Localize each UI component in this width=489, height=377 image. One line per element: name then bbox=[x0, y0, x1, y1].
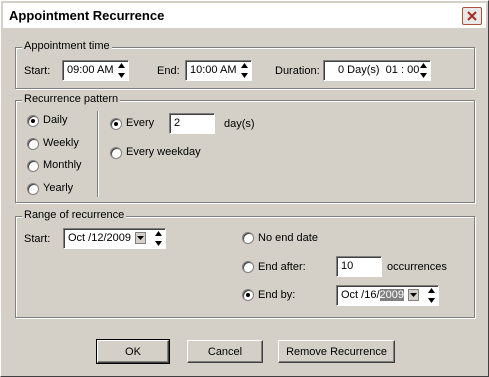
every-weekday-radio[interactable] bbox=[110, 147, 122, 159]
end-by-date[interactable]: Oct /16/2009 bbox=[336, 285, 439, 306]
range-start-label: Start: bbox=[24, 233, 51, 245]
duration-label: Duration: bbox=[275, 65, 320, 77]
end-after-radio[interactable] bbox=[242, 261, 254, 273]
occurrences-label: occurrences bbox=[387, 261, 447, 273]
no-end-date-label[interactable]: No end date bbox=[258, 232, 318, 244]
end-after-label[interactable]: End after: bbox=[258, 261, 306, 273]
duration-spinner[interactable]: 0 Day(s) 01 : 00 bbox=[323, 60, 431, 81]
weekly-radio[interactable] bbox=[27, 138, 39, 150]
start-time-value: 09:00 AM bbox=[67, 64, 114, 76]
end-time-value: 10:00 AM bbox=[190, 64, 237, 76]
every-radio[interactable] bbox=[110, 118, 122, 130]
no-end-date-radio[interactable] bbox=[242, 232, 254, 244]
range-start-date[interactable]: Oct /12/2009 bbox=[63, 228, 166, 249]
recurrence-pattern-legend: Recurrence pattern bbox=[22, 93, 121, 105]
every-label[interactable]: Every bbox=[126, 117, 154, 129]
end-time-spinner[interactable]: 10:00 AM bbox=[185, 60, 252, 81]
spinner-arrows-icon[interactable] bbox=[240, 63, 249, 78]
end-by-radio[interactable] bbox=[242, 289, 254, 301]
end-time-label: End: bbox=[157, 65, 180, 77]
pattern-divider bbox=[97, 111, 99, 197]
monthly-radio[interactable] bbox=[27, 160, 39, 172]
end-by-value-prefix: Oct /16/ bbox=[341, 289, 380, 301]
appointment-time-legend: Appointment time bbox=[22, 40, 112, 52]
remove-recurrence-button[interactable]: Remove Recurrence bbox=[278, 340, 395, 363]
ok-button[interactable]: OK bbox=[96, 339, 170, 364]
range-start-value: Oct /12/2009 bbox=[68, 232, 131, 244]
spinner-arrows-icon[interactable] bbox=[419, 63, 428, 78]
close-button[interactable] bbox=[462, 7, 482, 25]
yearly-label[interactable]: Yearly bbox=[43, 182, 73, 194]
start-time-spinner[interactable]: 09:00 AM bbox=[62, 60, 129, 81]
end-by-label[interactable]: End by: bbox=[258, 289, 295, 301]
end-by-value: Oct /16/2009 bbox=[341, 289, 405, 301]
days-unit-label: day(s) bbox=[224, 118, 255, 130]
daily-radio[interactable] bbox=[27, 115, 39, 127]
spinner-arrows-icon[interactable] bbox=[427, 288, 436, 303]
range-legend: Range of recurrence bbox=[22, 209, 127, 221]
start-time-label: Start: bbox=[24, 65, 51, 77]
title-bar: Appointment Recurrence bbox=[3, 3, 486, 28]
end-by-year-selected: 2009 bbox=[379, 289, 405, 301]
cancel-button[interactable]: Cancel bbox=[187, 340, 263, 363]
end-after-input[interactable]: 10 bbox=[336, 256, 382, 277]
daily-label[interactable]: Daily bbox=[43, 114, 67, 126]
yearly-radio[interactable] bbox=[27, 183, 39, 195]
every-days-value: 2 bbox=[174, 117, 181, 129]
spinner-arrows-icon[interactable] bbox=[117, 63, 126, 78]
end-after-value: 10 bbox=[341, 260, 354, 272]
monthly-label[interactable]: Monthly bbox=[43, 159, 82, 171]
spinner-arrows-icon[interactable] bbox=[154, 231, 163, 246]
every-days-input[interactable]: 2 bbox=[169, 113, 215, 134]
dropdown-arrow-icon[interactable] bbox=[135, 232, 146, 244]
duration-value: 0 Day(s) 01 : 00 bbox=[338, 64, 420, 76]
window-title: Appointment Recurrence bbox=[9, 8, 165, 23]
recurrence-pattern-group: Recurrence pattern bbox=[15, 93, 475, 203]
appointment-recurrence-dialog: Appointment Recurrence Appointment time … bbox=[0, 0, 489, 377]
dropdown-arrow-icon[interactable] bbox=[408, 289, 419, 301]
close-icon bbox=[467, 11, 477, 21]
every-weekday-label[interactable]: Every weekday bbox=[126, 146, 201, 158]
weekly-label[interactable]: Weekly bbox=[43, 137, 79, 149]
